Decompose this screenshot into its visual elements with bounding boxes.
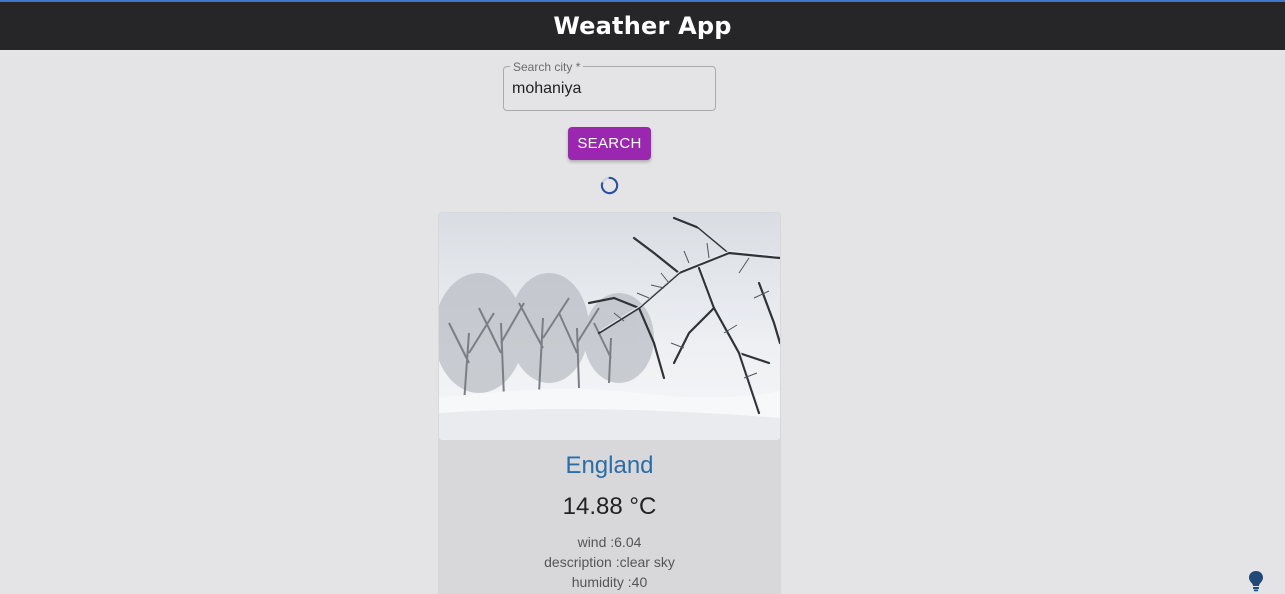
snowy-trees-image bbox=[439, 213, 780, 440]
app-header: Weather App bbox=[0, 2, 1285, 50]
weather-card-image bbox=[439, 213, 780, 440]
search-button[interactable]: SEARCH bbox=[568, 127, 651, 160]
city-name: England bbox=[565, 452, 654, 479]
temperature-value: 14.88 °C bbox=[562, 493, 657, 520]
weather-card: England 14.88 °C wind :6.04 description … bbox=[438, 212, 781, 594]
loading-spinner-icon bbox=[600, 176, 619, 195]
search-city-field[interactable]: Search city * bbox=[503, 61, 716, 111]
lightbulb-icon[interactable] bbox=[1248, 570, 1264, 592]
app-title: Weather App bbox=[553, 12, 732, 40]
humidity-value: humidity :40 bbox=[571, 574, 648, 590]
search-city-label: Search city * bbox=[510, 61, 584, 73]
weather-description: description :clear sky bbox=[544, 554, 675, 570]
wind-value: wind :6.04 bbox=[577, 534, 642, 550]
search-city-input[interactable] bbox=[512, 79, 707, 99]
